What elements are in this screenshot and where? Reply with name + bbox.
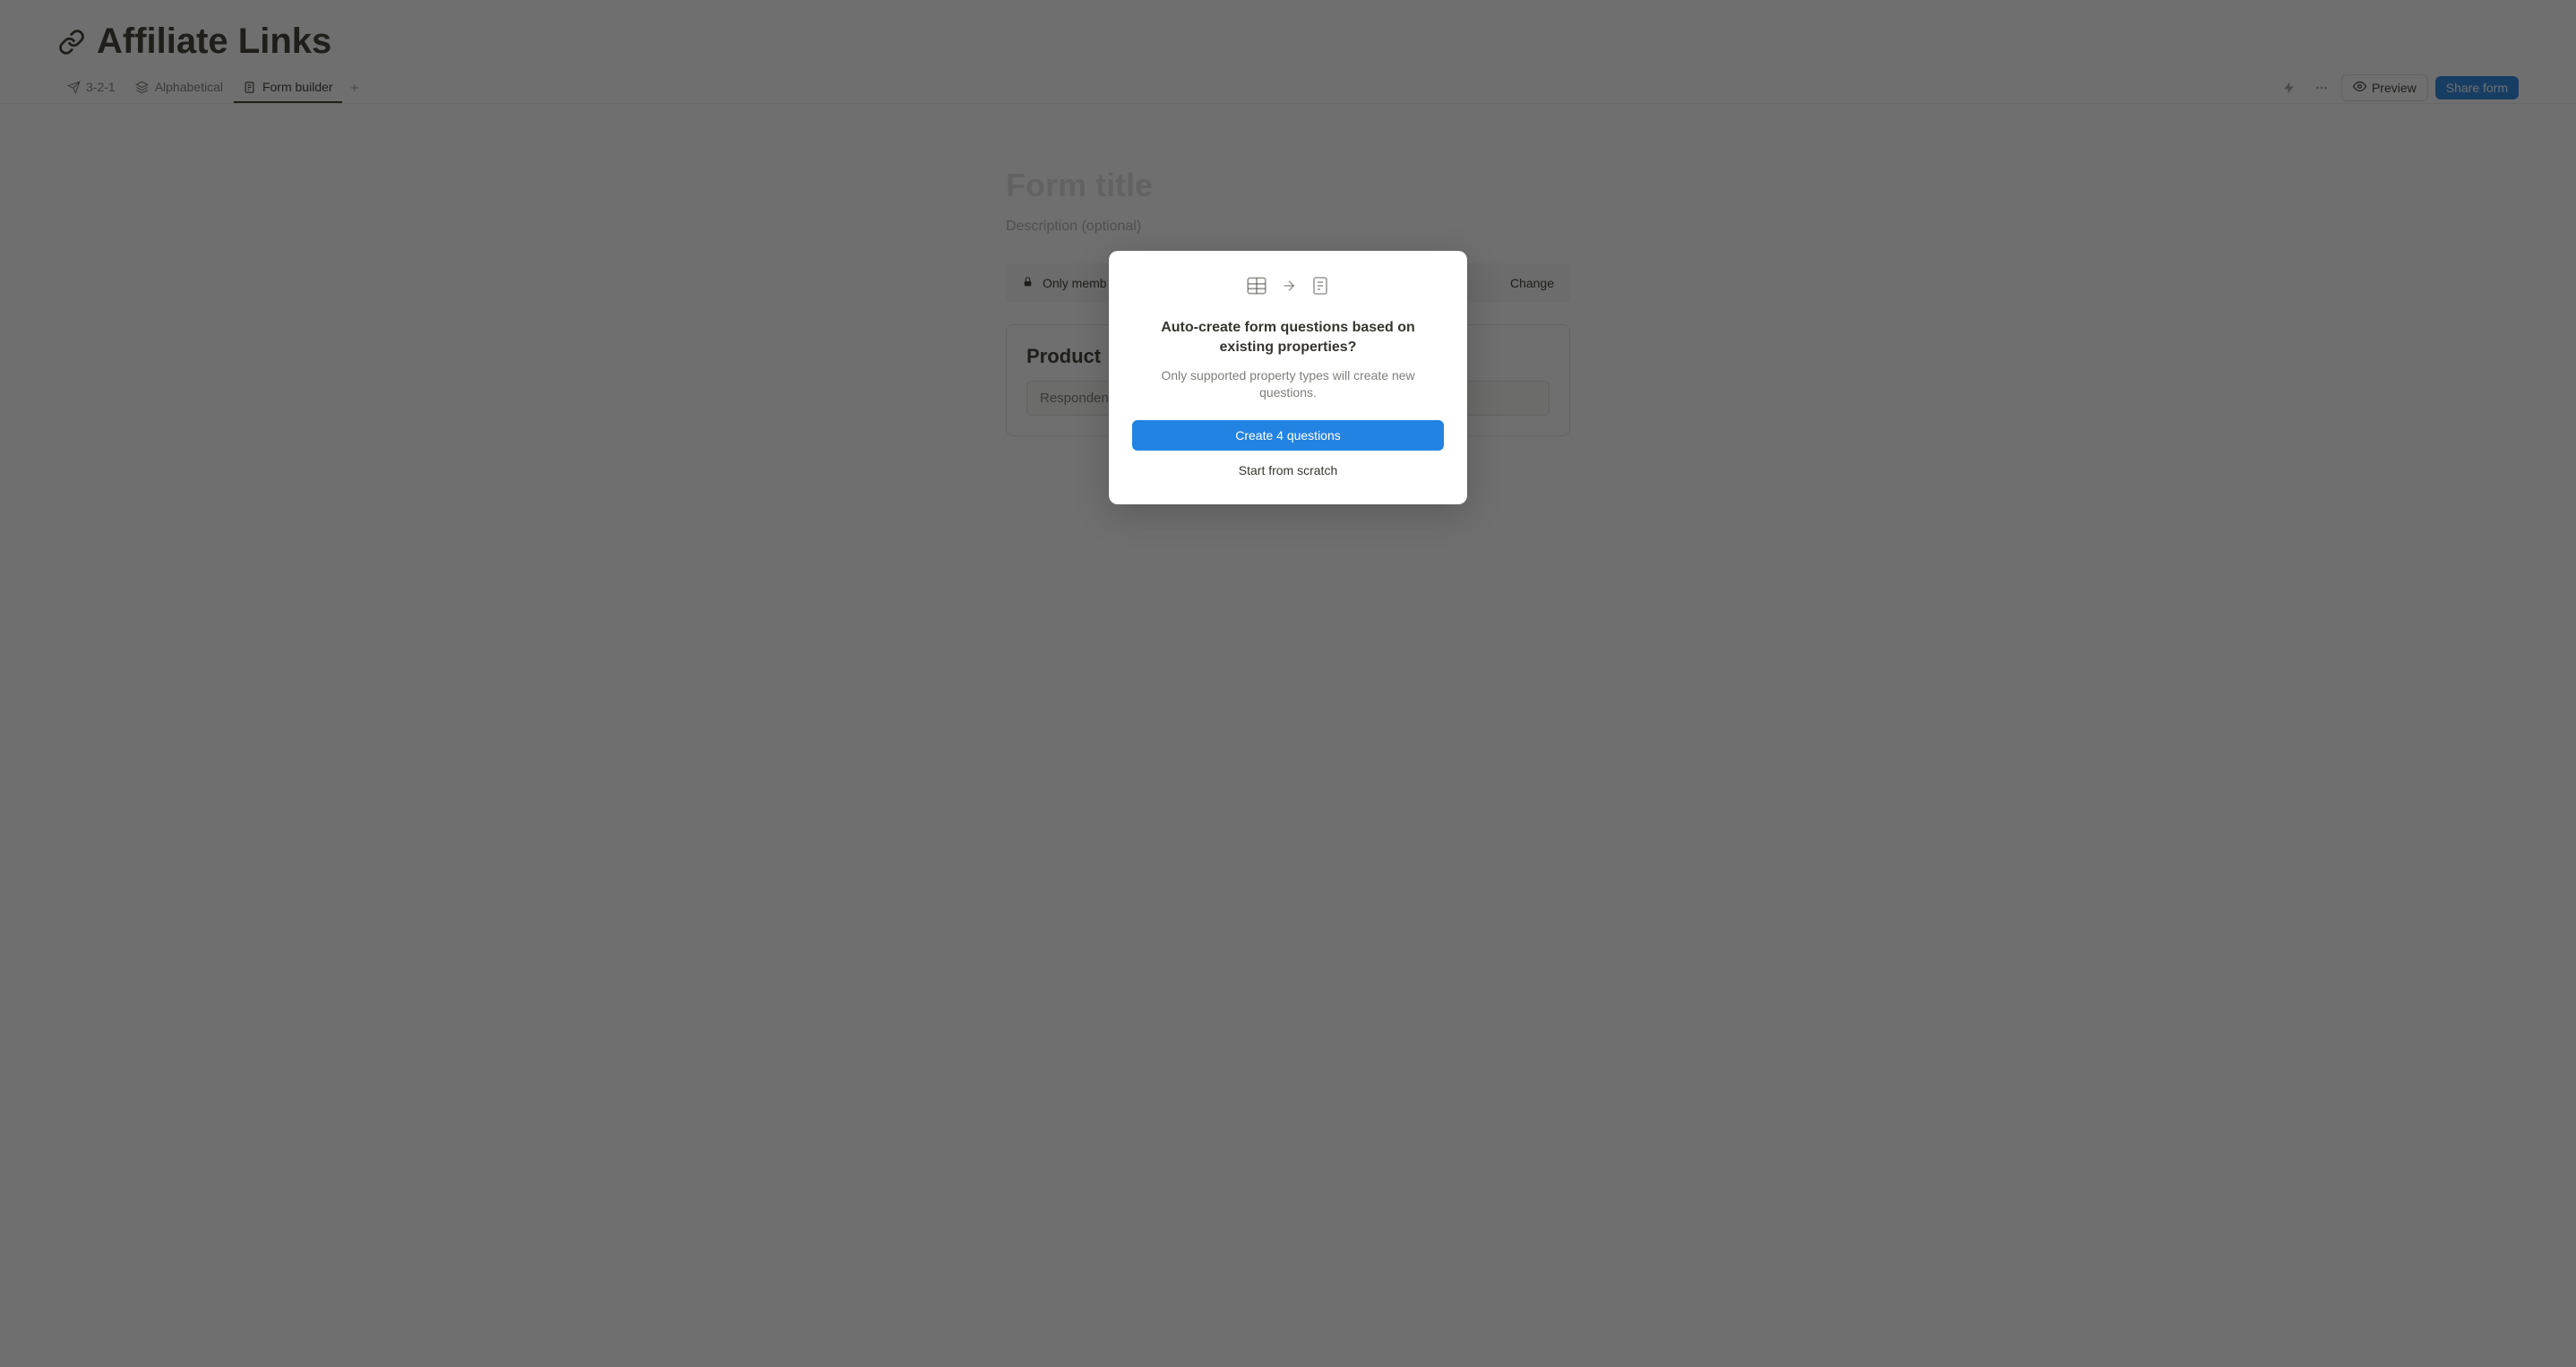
create-questions-button[interactable]: Create 4 questions bbox=[1132, 420, 1444, 451]
modal-subtitle: Only supported property types will creat… bbox=[1132, 367, 1444, 402]
start-from-scratch-button[interactable]: Start from scratch bbox=[1132, 456, 1444, 485]
modal-overlay[interactable]: Auto-create form questions based on exis… bbox=[0, 0, 2576, 1367]
modal-title: Auto-create form questions based on exis… bbox=[1132, 318, 1444, 358]
modal-icons bbox=[1132, 274, 1444, 302]
auto-create-modal: Auto-create form questions based on exis… bbox=[1109, 251, 1467, 504]
table-icon bbox=[1245, 274, 1268, 302]
form-icon bbox=[1309, 275, 1331, 301]
arrow-right-icon bbox=[1281, 278, 1297, 298]
